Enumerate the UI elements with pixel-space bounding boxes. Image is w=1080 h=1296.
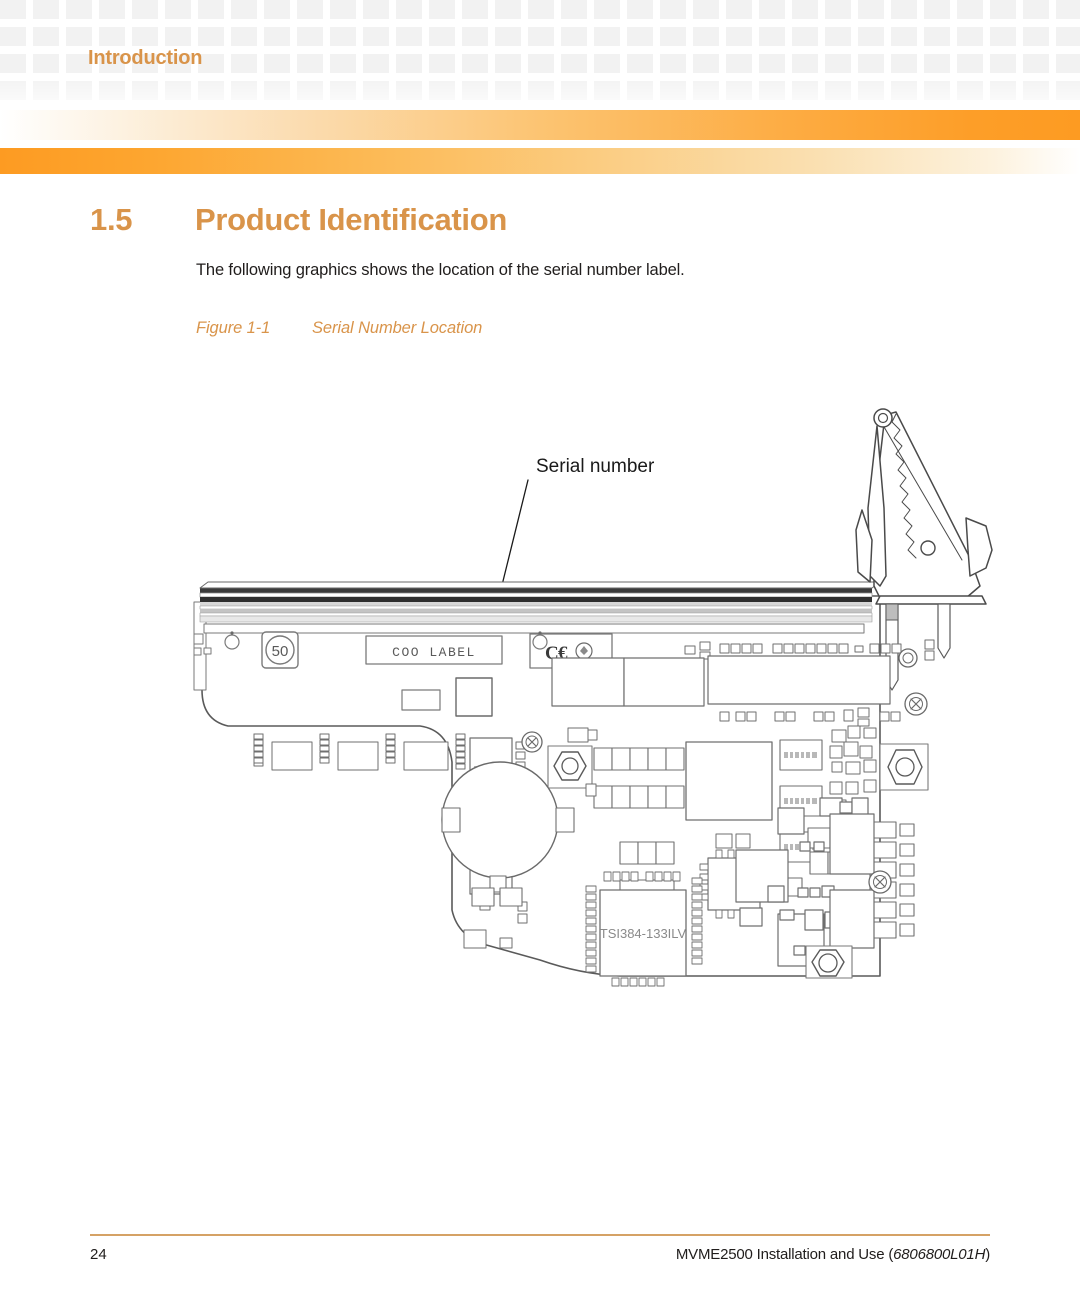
header-accent-bar-top [0,110,1080,140]
rohs-marking: 50 [261,631,299,669]
section-paragraph: The following graphics shows the locatio… [196,261,685,279]
connector-block-c [707,655,891,705]
figure-caption: Figure 1-1 Serial Number Location [196,319,482,338]
mounting-hole [224,634,240,650]
page-number: 24 [90,1246,107,1263]
ic-center-large [685,741,773,821]
header-accent-bar-bottom [0,148,1080,174]
screw-upper [521,731,543,753]
svg-text:COO LABEL: COO LABEL [392,645,476,660]
serial-number-callout-text: Serial number [536,456,655,477]
footer-doc-code: 6806800L01H [893,1246,986,1263]
tsi384-chip-label: TSI384-133ILV [600,926,687,941]
resistor-array-lower [593,785,685,809]
hex-standoff-right [879,743,929,791]
footer-doc-paren: ) [985,1246,990,1263]
footer-document-title: MVME2500 Installation and Use (6806800L0… [676,1246,990,1263]
figure-label: Figure 1-1 [196,319,271,337]
connector-block-a [551,657,625,707]
section-title: Product Identification [195,202,508,237]
screw-right-upper [904,692,928,716]
figure-title: Serial Number Location [312,319,483,337]
left-connector-row [253,733,466,771]
coo-label-box: COO LABEL [365,635,503,665]
connector-block-b [623,657,705,707]
screw-lower-right [868,870,892,894]
footer-divider [90,1234,990,1236]
chapter-title: Introduction [88,47,203,69]
front-panel-rail [199,581,881,634]
section-heading: 1.5 Product Identification [90,202,990,238]
hex-standoff-bottom [805,945,853,979]
page-header: Introduction [0,0,1080,108]
footer-doc-name: MVME2500 Installation and Use ( [675,1246,894,1263]
mvme2500-board-drawing: Serial number 50 COO LABEL C € TSI384-13… [193,408,993,987]
section-number: 1.5 [90,202,133,237]
resistor-array-upper [593,747,685,771]
figure-illustration: Serial number 50 COO LABEL C € TSI384-13… [180,390,1010,990]
mounting-hole [532,634,548,650]
svg-text:50: 50 [272,643,289,660]
page-footer: 24 MVME2500 Installation and Use (680680… [0,1200,1080,1296]
hex-standoff-left [547,745,593,789]
serial-number-label [455,677,493,717]
